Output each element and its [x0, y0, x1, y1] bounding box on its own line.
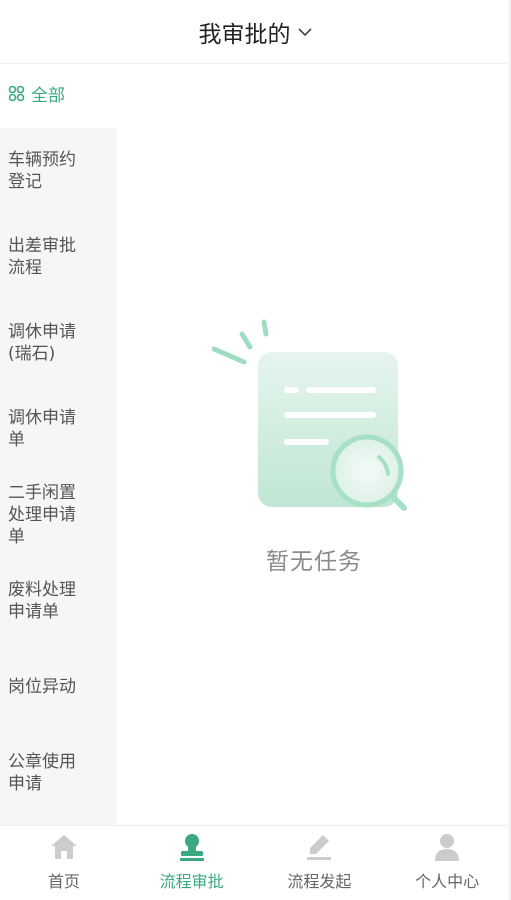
bottom-tab-bar: 首页 流程审批 流程发起 个人中心 [0, 825, 511, 900]
sidebar-item-vehicle-booking[interactable]: 车辆预约 登记 [0, 128, 117, 214]
approval-stamp-icon [177, 832, 207, 862]
sidebar-item-second-hand[interactable]: 二手闲置 处理申请 单 [0, 472, 117, 558]
sidebar-item-label: 废料处理 申请单 [8, 580, 76, 622]
sidebar-item-all[interactable]: 全部 [0, 64, 117, 128]
task-list-area: 暂无任务 [117, 64, 511, 825]
sidebar-item-job-transfer[interactable]: 岗位异动 [0, 644, 117, 730]
tab-approval[interactable]: 流程审批 [128, 826, 256, 900]
tab-label: 流程审批 [159, 872, 224, 891]
tab-label: 首页 [47, 872, 80, 891]
sidebar-item-label: 调休申请 (瑞石) [8, 322, 76, 364]
user-icon [432, 832, 462, 862]
approval-filter-dropdown[interactable]: 我审批的 [199, 15, 313, 49]
sidebar-item-label: 车辆预约 登记 [8, 150, 76, 192]
tab-initiate[interactable]: 流程发起 [256, 826, 384, 900]
grid-icon [8, 85, 25, 108]
sidebar-item-leave-form[interactable]: 调休申请 单 [0, 386, 117, 472]
top-bar: 我审批的 [0, 0, 511, 64]
sidebar-item-seal-usage[interactable]: 公章使用 申请 [0, 730, 117, 816]
sidebar-item-leave-ruishi[interactable]: 调休申请 (瑞石) [0, 300, 117, 386]
tab-label: 流程发起 [287, 872, 352, 891]
empty-state-text: 暂无任务 [266, 549, 362, 575]
chevron-down-icon [297, 27, 313, 37]
home-icon [49, 832, 79, 862]
app-screen: 我审批的 全部 车辆预约 登记 出差审批 流程 调休申请 (瑞石) 调休申请 单… [0, 0, 511, 900]
sidebar-item-label: 岗位异动 [8, 677, 76, 697]
edit-pen-icon [304, 832, 334, 862]
sidebar-item-business-trip[interactable]: 出差审批 流程 [0, 214, 117, 300]
tab-profile[interactable]: 个人中心 [383, 826, 511, 900]
empty-document-search-icon [211, 314, 417, 519]
tab-home[interactable]: 首页 [0, 826, 128, 900]
sidebar-item-scrap[interactable]: 废料处理 申请单 [0, 558, 117, 644]
category-sidebar: 全部 车辆预约 登记 出差审批 流程 调休申请 (瑞石) 调休申请 单 二手闲置… [0, 64, 117, 825]
sidebar-item-label: 调休申请 单 [8, 408, 76, 450]
sidebar-item-label: 二手闲置 处理申请 单 [8, 483, 76, 547]
sidebar-item-label: 公章使用 申请 [8, 752, 76, 794]
page-title: 我审批的 [198, 21, 291, 48]
tab-label: 个人中心 [415, 872, 480, 891]
sidebar-item-label: 出差审批 流程 [8, 236, 76, 278]
sidebar-item-label: 全部 [31, 86, 65, 106]
